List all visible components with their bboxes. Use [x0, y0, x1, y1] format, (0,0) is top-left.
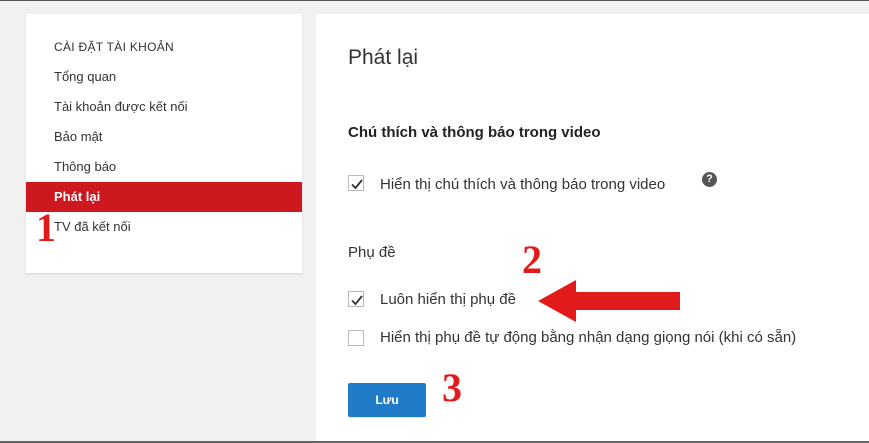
sidebar-item-connected-accounts[interactable]: Tài khoản được kết nối [26, 92, 302, 122]
save-button[interactable]: Lưu [348, 383, 426, 417]
auto-captions-checkbox[interactable] [348, 330, 364, 346]
account-settings-sidebar: CÀI ĐẶT TÀI KHOẢN Tổng quan Tài khoản đư… [26, 14, 302, 273]
annotations-section-title: Chú thích và thông báo trong video [348, 124, 601, 141]
step-marker-2: 2 [522, 237, 542, 282]
step-marker-1: 1 [36, 205, 56, 250]
sidebar-item-notifications[interactable]: Thông báo [26, 152, 302, 182]
question-mark-icon[interactable]: ? [702, 172, 717, 187]
sidebar-item-security[interactable]: Bảo mật [26, 122, 302, 152]
checkmark-icon [351, 179, 363, 190]
auto-captions-label[interactable]: Hiển thị phụ đề tự động bằng nhận dạng g… [380, 329, 796, 346]
sidebar-item-playback[interactable]: Phát lại [26, 182, 302, 212]
sidebar-item-overview[interactable]: Tổng quan [26, 62, 302, 92]
subtitles-section-title: Phụ đề [348, 244, 396, 261]
sidebar-item-connected-tv[interactable]: TV đã kết nối [26, 212, 302, 242]
page-title: Phát lại [348, 46, 419, 69]
step-marker-3: 3 [442, 365, 462, 410]
always-show-subtitles-label[interactable]: Luôn hiển thị phụ đề [380, 291, 516, 308]
checkmark-icon [351, 295, 363, 306]
playback-settings-panel: Phát lại Chú thích và thông báo trong vi… [316, 14, 869, 442]
red-arrow-icon [538, 280, 680, 322]
annotations-checkbox-label[interactable]: Hiển thị chú thích và thông báo trong vi… [380, 176, 665, 193]
sidebar-heading: CÀI ĐẶT TÀI KHOẢN [54, 40, 175, 54]
annotations-checkbox[interactable] [348, 175, 364, 191]
always-show-subtitles-checkbox[interactable] [348, 291, 364, 307]
top-border [0, 0, 869, 1]
